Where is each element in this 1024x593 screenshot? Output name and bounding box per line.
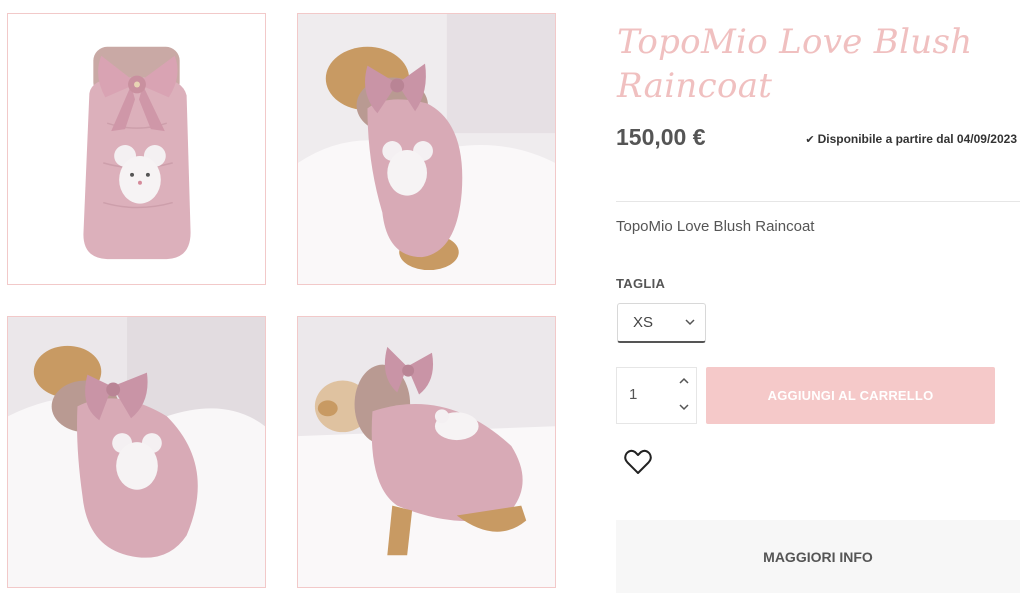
availability-status: ✔ Disponibile a partire dal 04/09/2023 bbox=[805, 132, 1017, 146]
more-info-button[interactable]: MAGGIORI INFO bbox=[616, 520, 1020, 593]
heart-outline-icon[interactable] bbox=[624, 449, 652, 475]
product-short-description: TopoMio Love Blush Raincoat bbox=[616, 218, 815, 235]
product-image-4[interactable] bbox=[297, 316, 556, 588]
product-photo-dog-back bbox=[298, 14, 555, 284]
product-image-1[interactable] bbox=[7, 13, 266, 285]
product-title: TopoMio Love Blush Raincoat bbox=[617, 22, 973, 106]
product-photo-dog-side bbox=[298, 317, 555, 587]
add-to-cart-button[interactable]: AGGIUNGI AL CARRELLO bbox=[706, 367, 995, 424]
chevron-down-icon bbox=[685, 317, 695, 329]
check-icon: ✔ bbox=[805, 133, 815, 146]
quantity-increase-icon[interactable] bbox=[675, 371, 693, 389]
product-image-2[interactable] bbox=[297, 13, 556, 285]
size-select[interactable]: XS bbox=[617, 303, 706, 343]
quantity-stepper[interactable]: 1 bbox=[616, 367, 697, 424]
size-selected-value: XS bbox=[633, 314, 654, 331]
product-photo-coat bbox=[8, 14, 265, 284]
quantity-input[interactable]: 1 bbox=[629, 386, 637, 403]
product-image-3[interactable] bbox=[7, 316, 266, 588]
size-label: TAGLIA bbox=[616, 276, 666, 291]
product-photo-dog-back-2 bbox=[8, 317, 265, 587]
divider bbox=[616, 201, 1020, 202]
product-price: 150,00 € bbox=[616, 124, 706, 150]
quantity-decrease-icon[interactable] bbox=[675, 398, 693, 416]
availability-text: Disponibile a partire dal 04/09/2023 bbox=[817, 132, 1017, 146]
product-page: TopoMio Love Blush Raincoat 150,00 € ✔ D… bbox=[0, 0, 1024, 593]
